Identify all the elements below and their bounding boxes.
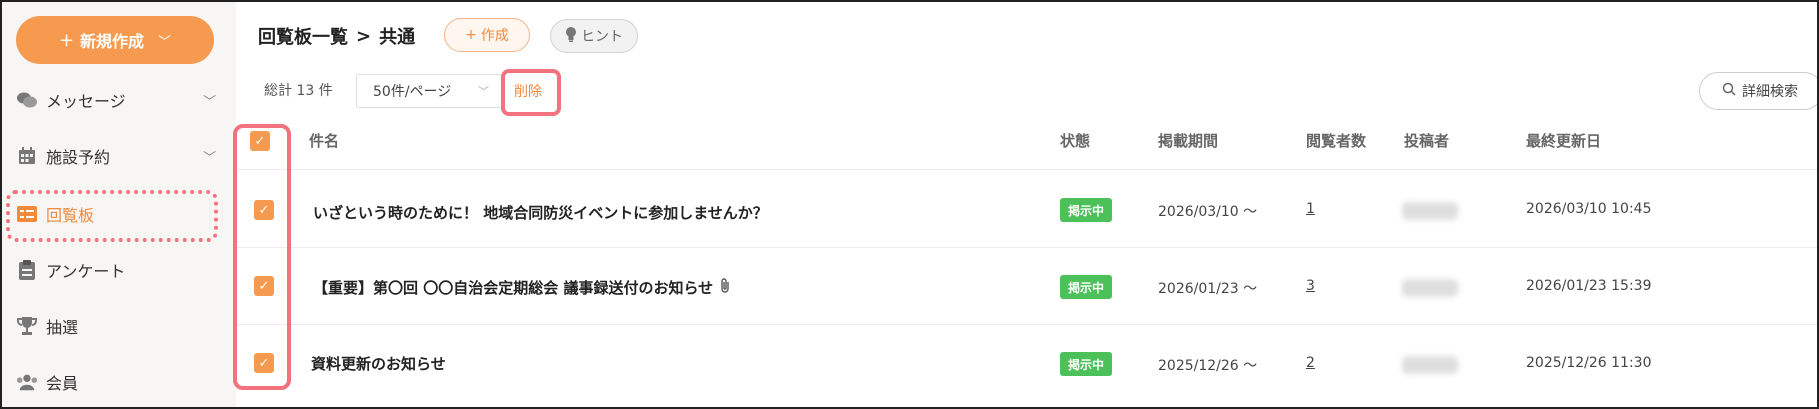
row-updated: 2025/12/26 11:30	[1526, 355, 1652, 371]
row-author-blurred	[1402, 202, 1458, 220]
row-viewers-link[interactable]: 2	[1306, 355, 1315, 371]
per-page-value: 50件/ページ	[373, 84, 452, 100]
row-period: 2025/12/26 〜	[1158, 358, 1258, 374]
sidebar-item-label: メッセージ	[46, 92, 126, 111]
sidebar-item-survey[interactable]: アンケート	[16, 250, 216, 290]
row-divider	[236, 247, 1817, 248]
column-header-period[interactable]: 掲載期間	[1158, 130, 1218, 151]
row-updated: 2026/01/23 15:39	[1526, 278, 1652, 294]
status-badge: 掲示中	[1060, 275, 1112, 299]
new-create-label: 新規作成	[80, 32, 145, 51]
total-count: 総計 13 件	[264, 83, 333, 99]
row-divider	[236, 324, 1817, 325]
chat-bubbles-icon	[16, 89, 38, 111]
column-header-updated[interactable]: 最終更新日	[1526, 130, 1601, 151]
per-page-select[interactable]: 50件/ページ ﹀	[356, 74, 502, 108]
sidebar-item-members[interactable]: 会員	[16, 362, 216, 402]
app-window: + 新規作成 ﹀ メッセージ ﹀ 施設予約 ﹀ 回覧板 アンケート 抽選 会員 …	[0, 0, 1819, 409]
sidebar-item-label: アンケート	[46, 262, 126, 281]
breadcrumb-parent-link[interactable]: 回覧板一覧	[258, 23, 348, 49]
paperclip-icon	[719, 277, 731, 298]
chevron-down-icon: ﹀	[202, 94, 216, 110]
breadcrumb-separator: >	[356, 25, 372, 47]
search-icon	[1722, 82, 1736, 100]
sidebar-item-label: 会員	[46, 374, 79, 393]
column-header-author[interactable]: 投稿者	[1404, 130, 1449, 151]
plus-icon: +	[58, 29, 75, 51]
row-author-blurred	[1402, 356, 1458, 374]
breadcrumb-current: 共通	[379, 27, 416, 48]
clipboard-icon	[16, 259, 38, 281]
sidebar-item-facility[interactable]: 施設予約 ﹀	[16, 136, 216, 176]
row-subject[interactable]: 資料更新のお知らせ	[311, 353, 446, 374]
new-create-button[interactable]: + 新規作成 ﹀	[16, 16, 214, 64]
hint-button[interactable]: ヒント	[550, 19, 638, 53]
row-author-blurred	[1402, 279, 1458, 297]
create-button[interactable]: + 作成	[444, 18, 530, 52]
members-icon	[16, 371, 38, 393]
row-period: 2026/01/23 〜	[1158, 281, 1258, 297]
plus-icon: +	[465, 27, 477, 43]
row-subject[interactable]: いざという時のために！ 地域合同防災イベントに参加しませんか？	[313, 202, 768, 223]
chevron-down-icon: ﹀	[202, 150, 216, 166]
create-label: 作成	[480, 28, 509, 44]
sidebar-item-lottery[interactable]: 抽選	[16, 306, 216, 346]
lightbulb-icon	[565, 26, 577, 46]
calendar-icon	[16, 145, 38, 167]
breadcrumb: 回覧板一覧 > 共通	[258, 22, 415, 50]
row-subject: 【重要】第〇回 〇〇自治会定期総会 議事録送付のお知らせ	[313, 279, 714, 297]
chevron-down-icon: ﹀	[158, 34, 172, 50]
column-header-viewers[interactable]: 閲覧者数	[1306, 130, 1366, 151]
trophy-icon	[16, 315, 38, 337]
sidebar: + 新規作成 ﹀ メッセージ ﹀ 施設予約 ﹀ 回覧板 アンケート 抽選 会員	[2, 2, 236, 407]
sidebar-item-messages[interactable]: メッセージ ﹀	[16, 80, 216, 120]
highlight-circular-item	[6, 190, 218, 242]
sidebar-item-label: 抽選	[46, 318, 79, 337]
row-viewers-link[interactable]: 1	[1306, 201, 1315, 217]
row-viewers-link[interactable]: 3	[1306, 278, 1315, 294]
row-divider	[236, 169, 1817, 170]
sidebar-item-label: 施設予約	[46, 148, 111, 167]
hint-label: ヒント	[581, 29, 623, 45]
detail-search-button[interactable]: 詳細検索	[1699, 72, 1817, 110]
row-subject-wrap[interactable]: 【重要】第〇回 〇〇自治会定期総会 議事録送付のお知らせ	[313, 277, 731, 298]
column-header-subject[interactable]: 件名	[309, 130, 339, 151]
status-badge: 掲示中	[1060, 198, 1112, 222]
column-header-status[interactable]: 状態	[1060, 130, 1090, 151]
highlight-checkbox-column	[233, 124, 291, 390]
highlight-delete-button	[501, 69, 561, 116]
status-badge: 掲示中	[1060, 352, 1112, 376]
row-period: 2026/03/10 〜	[1158, 204, 1258, 220]
row-updated: 2026/03/10 10:45	[1526, 201, 1652, 217]
chevron-down-icon: ﹀	[478, 85, 489, 98]
detail-search-label: 詳細検索	[1742, 84, 1798, 100]
